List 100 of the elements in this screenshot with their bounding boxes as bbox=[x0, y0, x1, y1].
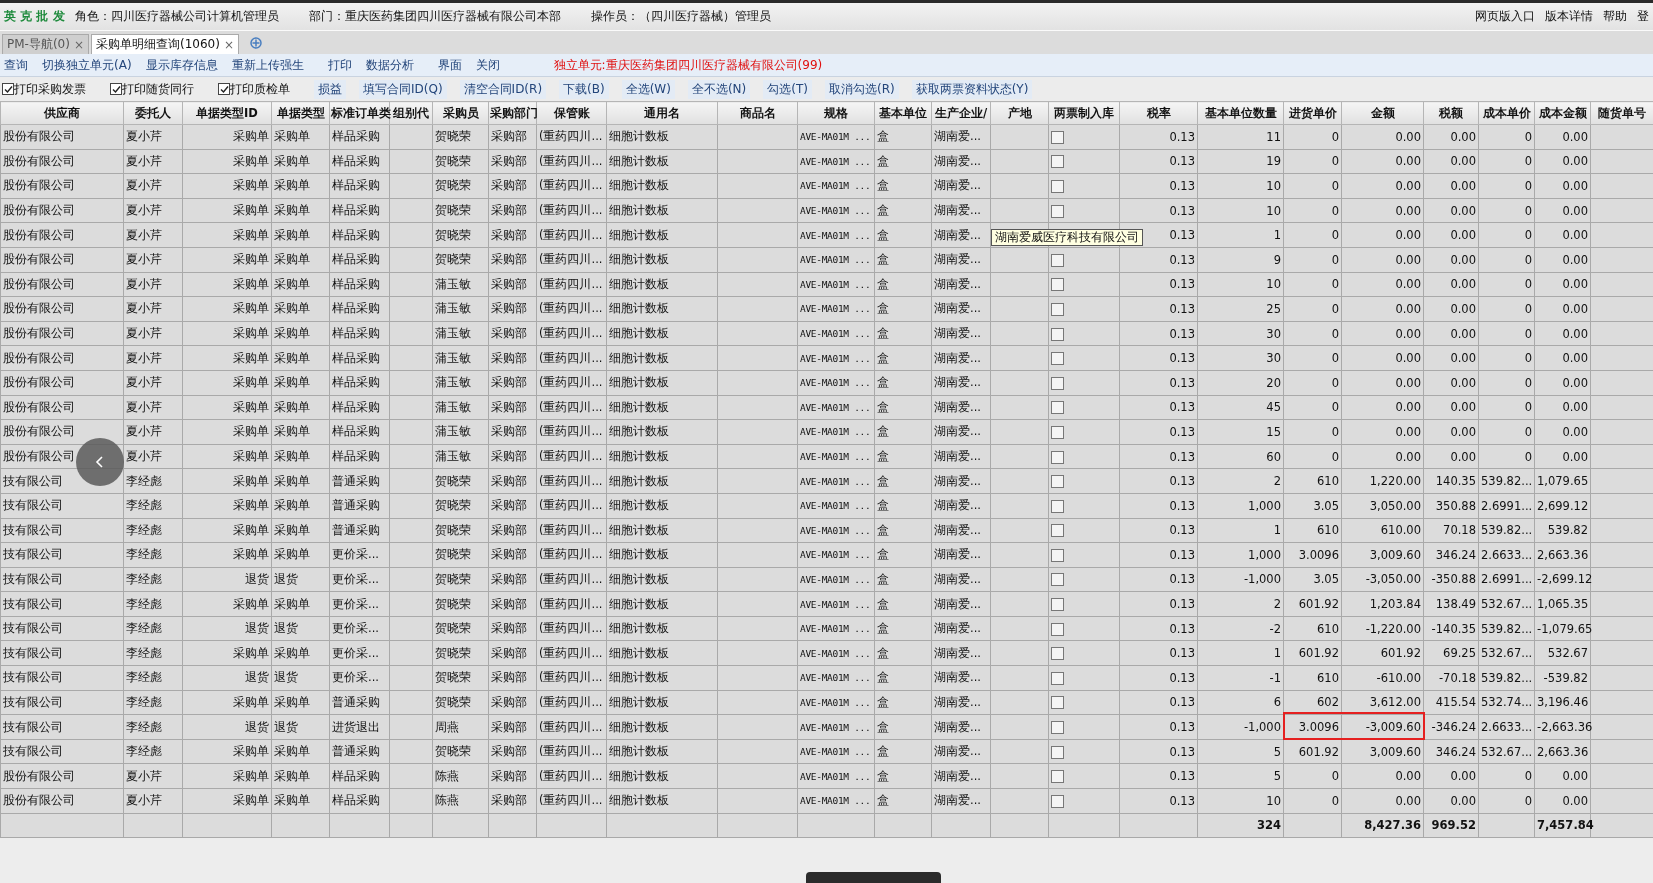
option-checkbox[interactable]: 打印随货同行 bbox=[110, 80, 194, 98]
checkbox[interactable] bbox=[1051, 721, 1064, 735]
checkbox[interactable] bbox=[1051, 770, 1064, 784]
checkbox[interactable] bbox=[1051, 573, 1064, 587]
column-header[interactable]: 成本单价 bbox=[1478, 101, 1535, 125]
toolbar-action[interactable]: 切换独立单元(A) bbox=[42, 56, 132, 74]
maker-cell: 湖南爱... bbox=[934, 449, 981, 463]
toolbar-action[interactable]: 数据分析 bbox=[365, 56, 414, 74]
column-header[interactable]: 规格 bbox=[797, 101, 875, 125]
column-header[interactable]: 生产企业/ bbox=[931, 101, 991, 125]
tab[interactable]: PM-导航(0) × bbox=[2, 34, 89, 54]
cost-price-cell: 0 bbox=[1524, 449, 1532, 464]
checkbox[interactable] bbox=[1051, 622, 1064, 636]
grid-action[interactable]: 清空合同ID(R) bbox=[459, 79, 547, 99]
tax-cell: 69.25 bbox=[1443, 646, 1476, 661]
doc-type-cell: 采购单 bbox=[274, 694, 310, 709]
tab[interactable]: 采购单明细查询(1060) × bbox=[91, 34, 239, 54]
checkbox-icon[interactable] bbox=[2, 83, 14, 95]
toolbar-action[interactable]: 界面 bbox=[437, 56, 462, 74]
checkbox[interactable] bbox=[1051, 425, 1064, 439]
header-link[interactable]: 网页版入口 bbox=[1475, 8, 1535, 25]
close-icon[interactable]: × bbox=[223, 37, 234, 52]
column-header[interactable]: 标准订单类 bbox=[329, 101, 390, 125]
grid-action[interactable]: 勾选(T) bbox=[763, 79, 812, 99]
column-header[interactable]: 进货单价 bbox=[1283, 101, 1342, 125]
doc-type-id-cell: 采购单 bbox=[233, 522, 269, 537]
column-header[interactable]: 两票制入库 bbox=[1048, 101, 1120, 125]
grid-action[interactable]: 填写合同ID(Q) bbox=[359, 79, 447, 99]
close-icon[interactable]: × bbox=[73, 37, 84, 52]
header-link[interactable]: 登 bbox=[1637, 8, 1649, 25]
checkbox[interactable] bbox=[1051, 253, 1064, 267]
column-header[interactable]: 基本单位 bbox=[874, 101, 932, 125]
grid-action[interactable]: 下载(B) bbox=[559, 79, 609, 99]
checkbox[interactable] bbox=[1051, 647, 1064, 661]
column-header[interactable]: 单据类型ID bbox=[182, 101, 272, 125]
column-header[interactable]: 供应商 bbox=[0, 101, 124, 125]
checkbox[interactable] bbox=[1051, 204, 1064, 218]
column-header[interactable]: 通用名 bbox=[606, 101, 718, 125]
checkbox[interactable] bbox=[1051, 450, 1064, 464]
header-link[interactable]: 版本详情 bbox=[1545, 8, 1593, 25]
checkbox[interactable] bbox=[1051, 155, 1064, 169]
tax-cell: -70.18 bbox=[1438, 670, 1476, 685]
column-header[interactable]: 采购部门 bbox=[488, 101, 537, 125]
order-type-cell: 普通采购 bbox=[332, 694, 380, 709]
checkbox[interactable] bbox=[1051, 499, 1064, 513]
tax-cell: 0.00 bbox=[1450, 400, 1476, 415]
grid-action[interactable]: 获取两票资料状态(Y) bbox=[911, 79, 1033, 99]
checkbox[interactable] bbox=[1051, 548, 1064, 562]
checkbox[interactable] bbox=[1051, 327, 1064, 341]
checkbox[interactable] bbox=[1051, 401, 1064, 415]
cost-price-cell: 0 bbox=[1524, 154, 1532, 169]
grid-action[interactable]: 损益 bbox=[314, 79, 346, 99]
toolbar-action[interactable]: 重新上传强生 bbox=[231, 56, 304, 74]
toolbar-action[interactable]: 关闭 bbox=[475, 56, 500, 74]
checkbox[interactable] bbox=[1051, 376, 1064, 390]
checkbox[interactable] bbox=[1051, 598, 1064, 612]
column-header[interactable]: 税率 bbox=[1119, 101, 1198, 125]
column-header[interactable]: 采购员 bbox=[432, 101, 489, 125]
column-header[interactable]: 基本单位数量 bbox=[1197, 101, 1284, 125]
checkbox[interactable] bbox=[1051, 180, 1064, 193]
header-link[interactable]: 帮助 bbox=[1603, 8, 1627, 25]
option-checkbox[interactable]: 打印采购发票 bbox=[2, 80, 86, 98]
checkbox[interactable] bbox=[1051, 352, 1064, 366]
order-type-cell: 更价采... bbox=[332, 621, 379, 636]
column-header[interactable]: 商品名 bbox=[717, 101, 798, 125]
buyer-cell: 蒲玉敏 bbox=[435, 424, 471, 439]
column-header[interactable]: 成本金额 bbox=[1534, 101, 1591, 125]
price-cell: 0 bbox=[1331, 449, 1339, 464]
add-tab-icon[interactable] bbox=[248, 36, 263, 50]
toolbar-action[interactable]: 显示库存信息 bbox=[145, 56, 218, 74]
checkbox[interactable] bbox=[1051, 794, 1064, 808]
toolbar-action[interactable]: 打印 bbox=[327, 56, 352, 74]
department-cell: 采购部 bbox=[491, 153, 527, 168]
column-header[interactable]: 税额 bbox=[1423, 101, 1479, 125]
doc-type-cell: 采购单 bbox=[274, 645, 310, 660]
checkbox[interactable] bbox=[1051, 475, 1064, 489]
grid-action[interactable]: 取消勾选(R) bbox=[824, 79, 899, 99]
grid-action[interactable]: 全不选(N) bbox=[687, 79, 751, 99]
checkbox[interactable] bbox=[1051, 524, 1064, 538]
toolbar-action[interactable]: 查询 bbox=[4, 56, 28, 74]
grid-action[interactable]: 全选(W) bbox=[621, 79, 675, 99]
checkbox[interactable] bbox=[1051, 302, 1064, 316]
checkbox[interactable] bbox=[1051, 745, 1064, 759]
checkbox[interactable] bbox=[1051, 696, 1064, 710]
checkbox-icon[interactable] bbox=[218, 83, 230, 95]
tax-rate-cell: 0.13 bbox=[1169, 228, 1195, 243]
amount-cell: 0.00 bbox=[1395, 154, 1421, 169]
column-header[interactable]: 保管账 bbox=[536, 101, 607, 125]
checkbox[interactable] bbox=[1051, 278, 1064, 292]
checkbox-icon[interactable] bbox=[110, 83, 122, 95]
column-header[interactable]: 金额 bbox=[1341, 101, 1424, 125]
option-checkbox[interactable]: 打印质检单 bbox=[218, 80, 290, 98]
column-header[interactable]: 委托人 bbox=[123, 101, 183, 125]
column-header[interactable]: 单据类型 bbox=[271, 101, 330, 125]
checkbox[interactable] bbox=[1051, 671, 1064, 685]
doc-type-cell: 采购单 bbox=[274, 522, 310, 537]
column-header[interactable]: 产地 bbox=[990, 101, 1049, 125]
checkbox[interactable] bbox=[1051, 130, 1064, 144]
column-header[interactable]: 随货单号 bbox=[1590, 101, 1653, 125]
unit-cell: 盒 bbox=[877, 473, 889, 488]
